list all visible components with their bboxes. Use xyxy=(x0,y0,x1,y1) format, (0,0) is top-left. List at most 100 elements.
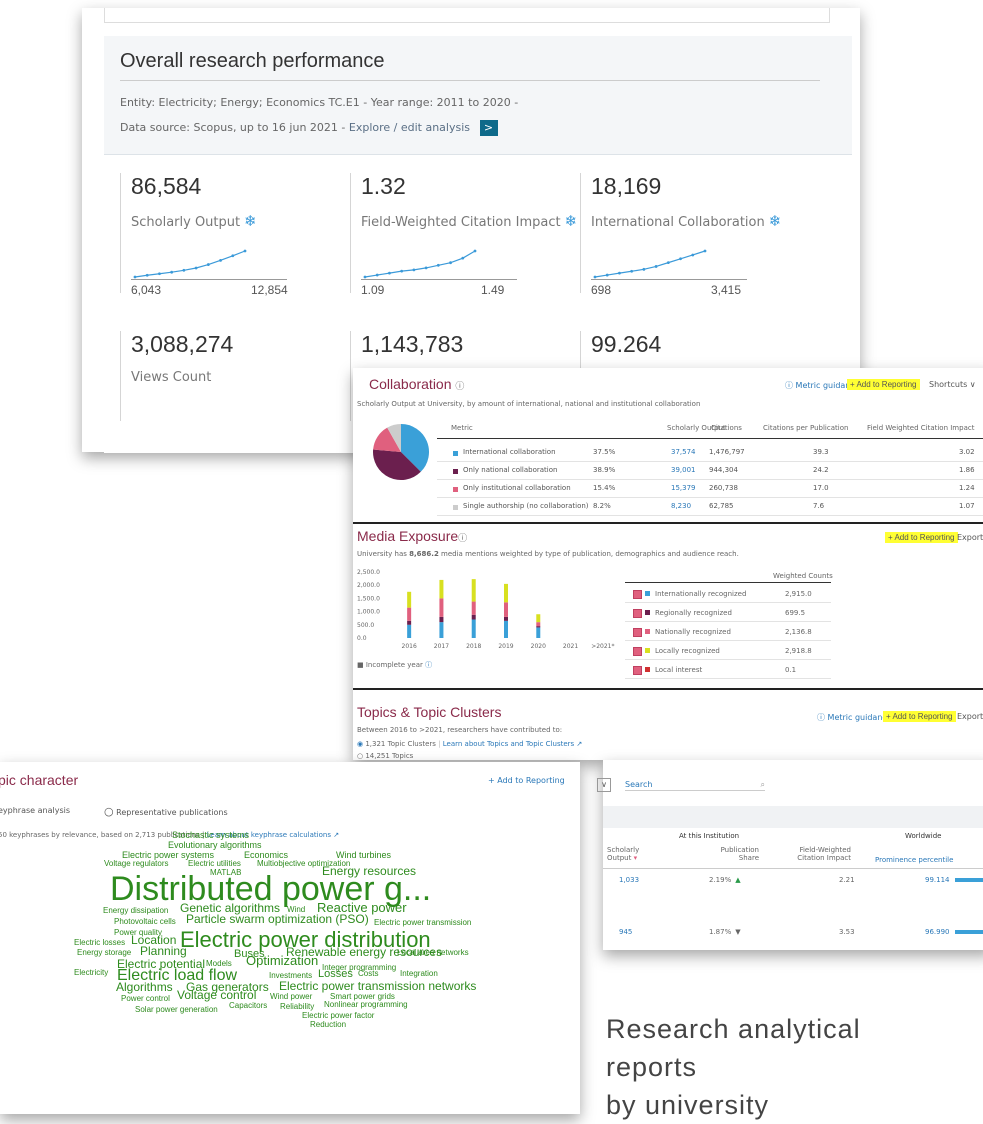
toggle-icon[interactable] xyxy=(633,666,642,675)
bar-segment[interactable] xyxy=(407,620,412,625)
row-divider xyxy=(437,461,983,462)
media-legend-value: 0.1 xyxy=(785,666,797,674)
search-input[interactable]: Search ⌕ xyxy=(625,780,765,791)
keyphrase-word[interactable]: Voltage regulators xyxy=(104,859,169,868)
keyphrase-word[interactable]: Power control xyxy=(121,994,170,1003)
keyphrase-word[interactable]: Electricity xyxy=(74,968,108,977)
collab-cell-output[interactable]: 37,574 xyxy=(671,448,696,456)
info-icon[interactable]: ⓘ xyxy=(455,381,464,391)
topics-option[interactable]: ○ 14,251 Topics xyxy=(357,752,413,760)
col-scholarly-output[interactable]: Scholarly Output ▾ xyxy=(607,846,643,862)
keyphrase-word[interactable]: Particle swarm optimization (PSO) xyxy=(186,913,369,926)
metric-tile-scholarly-output[interactable]: 86,584 Scholarly Output ❄ 6,043 12,854 xyxy=(120,173,351,297)
keyphrase-word[interactable]: Electric power transmission xyxy=(374,918,471,927)
snowflake-icon[interactable]: ❄ xyxy=(769,212,782,230)
bar-segment[interactable] xyxy=(536,614,541,623)
bar-segment[interactable] xyxy=(439,616,444,623)
keyphrase-word[interactable]: Local area networks xyxy=(397,948,469,957)
metric-guidance-link[interactable]: ⓘ Metric guidance xyxy=(817,712,892,723)
keyphrase-word[interactable]: Reduction xyxy=(310,1020,346,1029)
collab-cell-output[interactable]: 8,230 xyxy=(671,502,691,510)
sparkline-point xyxy=(206,263,210,266)
keyphrase-word[interactable]: Reliability xyxy=(280,1002,314,1011)
keyphrase-word[interactable]: Capacitors xyxy=(229,1001,267,1010)
keyphrase-word[interactable]: Costs xyxy=(358,969,378,978)
chevron-down-icon[interactable]: ∨ xyxy=(597,778,611,792)
bar-segment[interactable] xyxy=(536,622,541,627)
add-to-reporting-button[interactable]: + Add to Reporting xyxy=(847,379,920,390)
sparkline-point xyxy=(158,272,161,276)
sort-icon[interactable]: ▾ xyxy=(634,854,638,862)
keyphrase-word[interactable]: Energy storage xyxy=(77,948,131,957)
info-icon[interactable]: ⓘ xyxy=(425,661,432,669)
bar-segment[interactable] xyxy=(504,602,508,617)
toggle-icon[interactable] xyxy=(633,628,642,637)
bar-segment[interactable] xyxy=(471,601,476,615)
bar-segment[interactable] xyxy=(407,607,412,621)
bar-segment[interactable] xyxy=(536,626,541,628)
toggle-icon[interactable] xyxy=(633,609,642,618)
search-icon[interactable]: ⌕ xyxy=(761,780,765,790)
bar-segment[interactable] xyxy=(471,619,476,638)
radio-unselected-icon[interactable]: ○ xyxy=(357,752,363,760)
radio-unselected-icon[interactable]: ○ xyxy=(104,805,114,818)
metric-tile-international-collaboration[interactable]: 18,169 International Collaboration ❄ 698 … xyxy=(580,173,811,297)
snowflake-icon[interactable]: ❄ xyxy=(565,212,578,230)
shortcuts-dropdown[interactable]: Shortcuts ∨ xyxy=(929,380,976,389)
explore-arrow-button[interactable]: > xyxy=(479,120,498,136)
toggle-icon[interactable] xyxy=(633,647,642,656)
keyphrase-word[interactable]: Nonlinear programming xyxy=(324,1000,408,1009)
keyphrase-word[interactable]: Evolutionary algorithms xyxy=(168,840,262,850)
keyphrase-word[interactable]: Solar power generation xyxy=(135,1005,218,1014)
radio-selected-icon[interactable]: ◉ xyxy=(357,740,363,748)
export-dropdown[interactable]: Export ∨ xyxy=(957,533,983,542)
bar-segment[interactable] xyxy=(439,622,444,638)
bar-segment[interactable] xyxy=(471,579,476,602)
topic-clusters-option[interactable]: ◉ 1,321 Topic Clusters | Learn about Top… xyxy=(357,740,582,748)
bar-segment[interactable] xyxy=(504,583,508,603)
sparkline-point xyxy=(170,270,174,274)
bar-segment[interactable] xyxy=(504,620,508,638)
add-to-reporting-button[interactable]: + Add to Reporting xyxy=(885,532,958,543)
keyphrase-word[interactable]: Wind power xyxy=(270,992,312,1001)
representative-publications-option[interactable]: ○ Representative publications xyxy=(104,805,228,818)
bar-segment[interactable] xyxy=(471,614,476,620)
collab-cell-output[interactable]: 15,379 xyxy=(671,484,696,492)
bar-segment[interactable] xyxy=(407,591,412,608)
collab-cell-output[interactable]: 39,001 xyxy=(671,466,696,474)
keyphrase-word[interactable]: Stochastic systems xyxy=(172,830,249,840)
col-publication-share[interactable]: Publication Share xyxy=(719,846,759,862)
add-to-reporting-button[interactable]: + Add to Reporting xyxy=(883,711,956,722)
export-dropdown[interactable]: Export ∨ xyxy=(957,712,983,721)
bar-segment[interactable] xyxy=(536,627,541,638)
col-prominence[interactable]: Prominence percentile xyxy=(875,856,953,864)
keyphrase-word[interactable]: Energy dissipation xyxy=(103,906,168,915)
keyphrase-word[interactable]: Electric power factor xyxy=(302,1011,374,1020)
add-to-reporting-link[interactable]: + Add to Reporting xyxy=(488,776,565,785)
cell-output[interactable]: 945 xyxy=(619,928,632,936)
bar-segment[interactable] xyxy=(407,624,412,638)
cell-fwci: 3.53 xyxy=(839,928,855,936)
keyphrase-word[interactable]: Photovoltaic cells xyxy=(114,917,176,926)
keyphrase-word[interactable]: Integration xyxy=(400,969,438,978)
section-divider xyxy=(353,522,983,524)
bar-segment[interactable] xyxy=(439,598,444,617)
explore-edit-link[interactable]: Explore / edit analysis xyxy=(349,121,470,134)
bar-segment[interactable] xyxy=(439,579,444,599)
cell-output[interactable]: 1,033 xyxy=(619,876,639,884)
toggle-icon[interactable] xyxy=(633,590,642,599)
row-divider xyxy=(437,515,983,516)
snowflake-icon[interactable]: ❄ xyxy=(244,212,257,230)
keyphrase-word[interactable]: Algorithms xyxy=(116,981,173,994)
info-icon[interactable]: ⓘ xyxy=(458,533,467,543)
bar-segment[interactable] xyxy=(504,616,508,621)
metric-tile-views-count[interactable]: 3,088,274 Views Count xyxy=(120,331,351,421)
keyphrase-word[interactable]: Electric losses xyxy=(74,938,125,947)
prominence-bar xyxy=(955,878,983,882)
metric-tile-fwci[interactable]: 1.32 Field-Weighted Citation Impact ❄ 1.0… xyxy=(350,173,581,297)
learn-topics-link[interactable]: Learn about Topics and Topic Clusters ↗ xyxy=(443,740,583,748)
keyphrase-word[interactable]: Electric utilities xyxy=(188,859,241,868)
keyphrase-analysis-option[interactable]: eyphrase analysis xyxy=(0,806,70,815)
col-fwci[interactable]: Field-Weighted Citation Impact xyxy=(791,846,851,862)
keyphrase-word[interactable]: Optimization xyxy=(246,954,318,968)
